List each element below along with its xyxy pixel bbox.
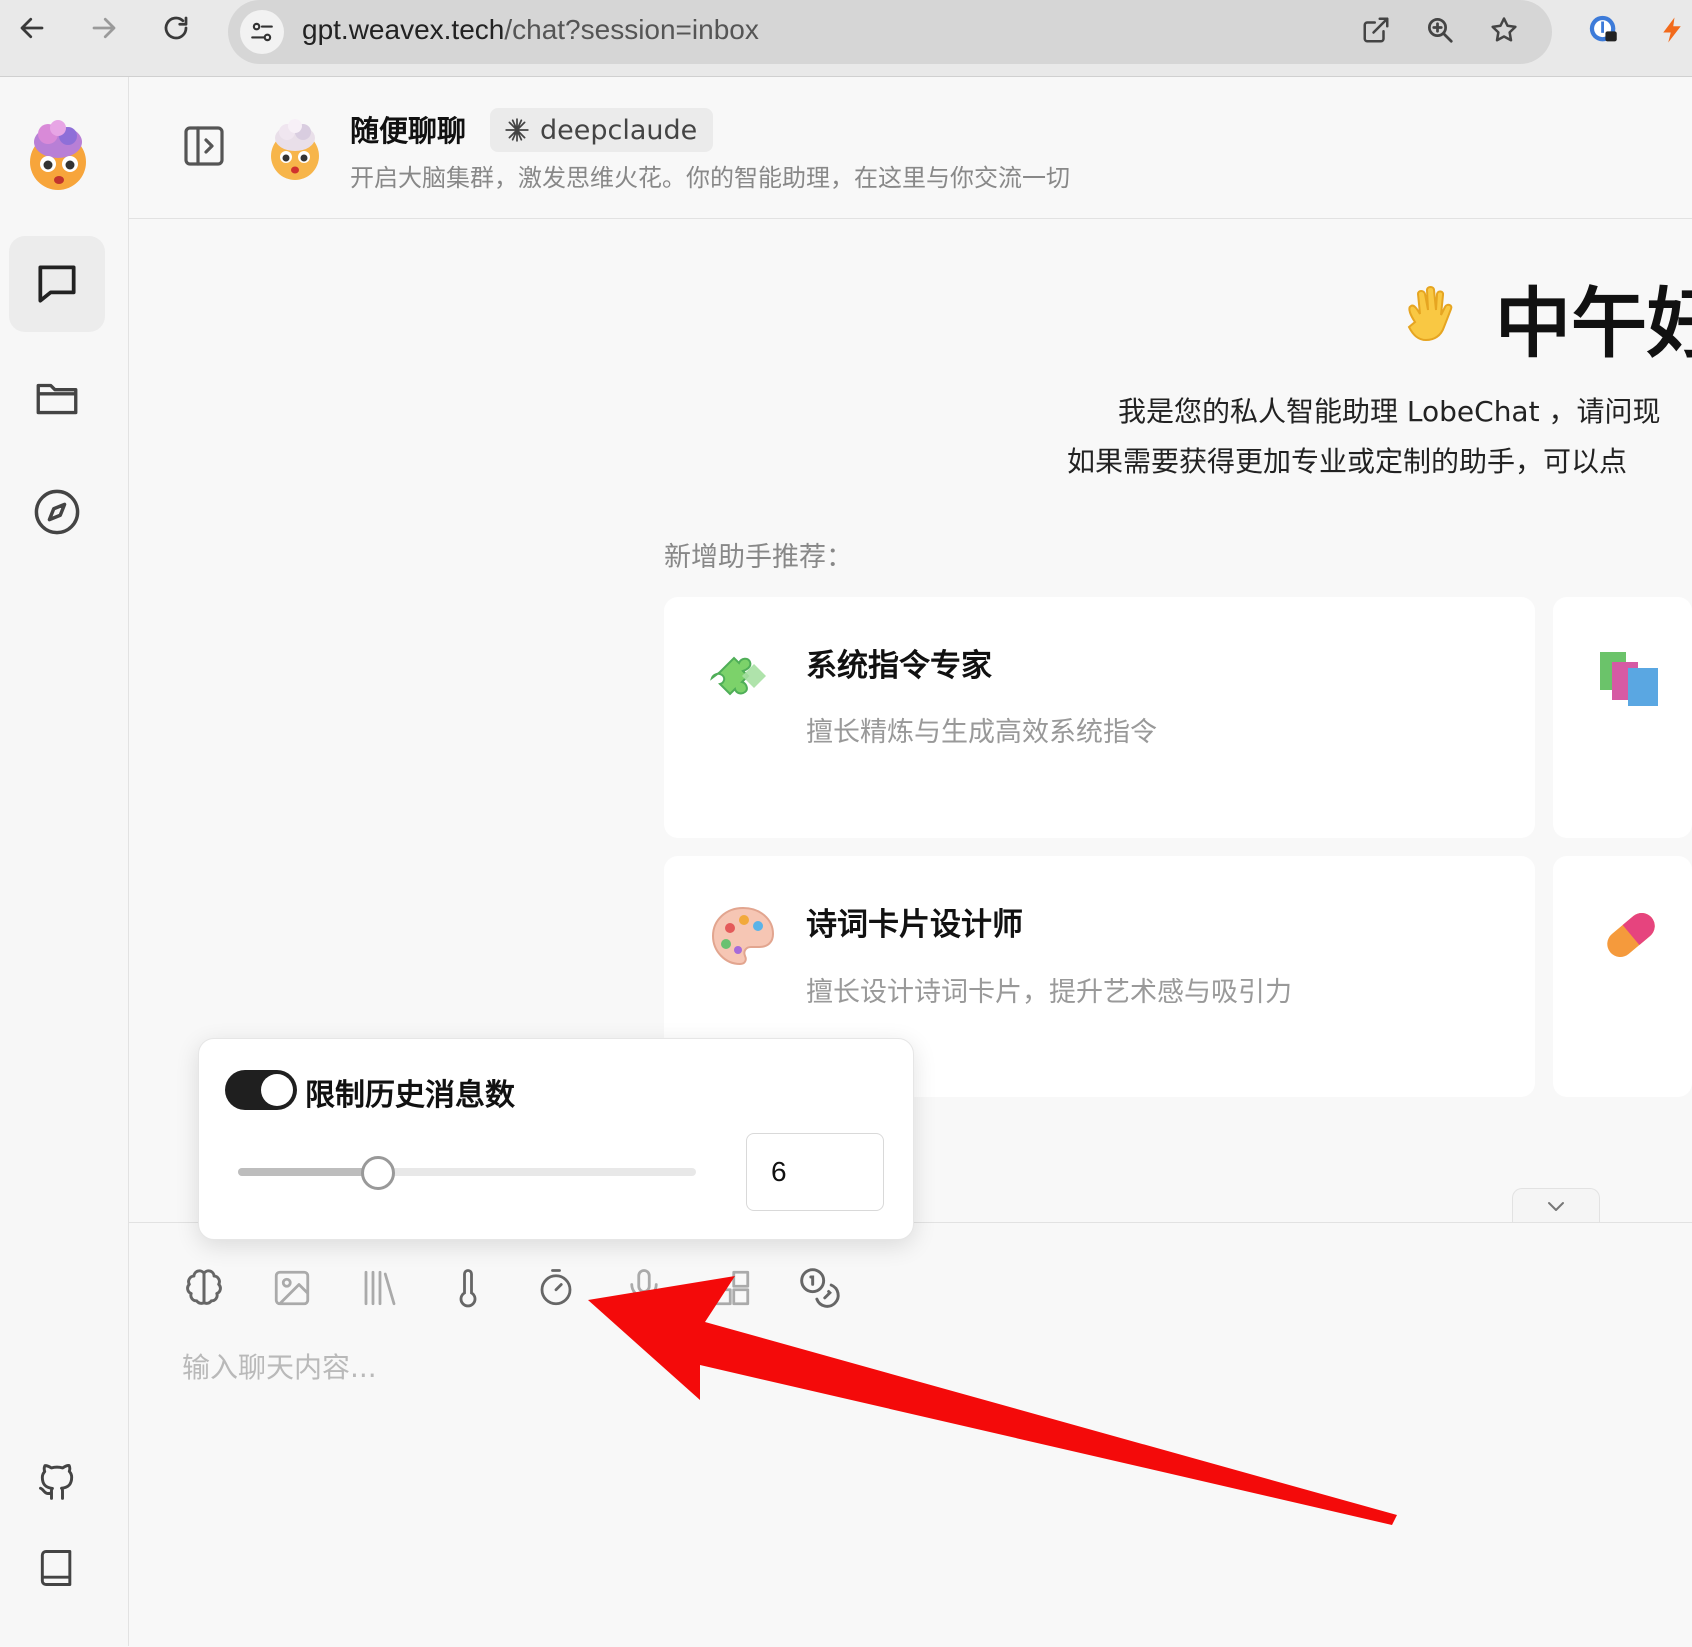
history-limit-number-input[interactable] bbox=[746, 1133, 884, 1211]
agent-title: 随便聊聊 bbox=[350, 114, 467, 148]
history-limit-slider-fill bbox=[238, 1168, 376, 1176]
puzzle-icon bbox=[708, 642, 778, 712]
reload-icon[interactable] bbox=[154, 6, 198, 50]
bolt-extension-icon[interactable] bbox=[1650, 8, 1692, 52]
assistant-card-partial[interactable] bbox=[1553, 597, 1692, 838]
forward-arrow-icon[interactable] bbox=[82, 6, 126, 50]
scroll-to-bottom-button[interactable] bbox=[1512, 1188, 1600, 1223]
toggle-sidebar-icon[interactable] bbox=[176, 118, 232, 174]
welcome-intro-line-2: 如果需要获得更加专业或定制的助手，可以点 bbox=[1067, 445, 1628, 478]
waving-hand-icon bbox=[1397, 282, 1467, 352]
chat-message-input[interactable] bbox=[180, 1350, 1184, 1385]
model-brain-icon[interactable] bbox=[176, 1260, 232, 1316]
card-description: 擅长设计诗词卡片，提升艺术感与吸引力 bbox=[806, 977, 1292, 1008]
model-tag[interactable]: deepclaude bbox=[490, 108, 714, 152]
books-icon bbox=[1598, 648, 1664, 708]
image-upload-icon[interactable] bbox=[264, 1260, 320, 1316]
agent-description: 开启大脑集群，激发思维火花。你的智能助理，在这里与你交流一切 bbox=[350, 164, 1070, 192]
toggle-knob bbox=[261, 1074, 293, 1106]
assistant-card-partial[interactable] bbox=[1553, 856, 1692, 1097]
model-tag-label: deepclaude bbox=[540, 114, 698, 146]
plugins-blocks-icon[interactable] bbox=[704, 1260, 760, 1316]
github-icon[interactable] bbox=[9, 1432, 105, 1528]
bookmark-star-icon[interactable] bbox=[1482, 8, 1526, 52]
open-in-new-icon[interactable] bbox=[1354, 8, 1398, 52]
palette-icon bbox=[708, 902, 778, 972]
discover-compass-icon[interactable] bbox=[9, 464, 105, 560]
url-host: gpt.weavex.tech bbox=[302, 14, 505, 45]
zoom-icon[interactable] bbox=[1418, 8, 1462, 52]
claude-spark-icon bbox=[504, 117, 530, 143]
docs-book-icon[interactable] bbox=[9, 1520, 105, 1616]
greeting-text: 中午好 bbox=[1495, 279, 1692, 368]
url-path: /chat?session=inbox bbox=[504, 14, 759, 45]
card-title: 系统指令专家 bbox=[806, 648, 992, 684]
chat-nav-icon[interactable] bbox=[9, 236, 105, 332]
history-limit-toggle[interactable] bbox=[225, 1070, 297, 1110]
history-limit-timer-icon[interactable] bbox=[528, 1260, 584, 1316]
back-arrow-icon[interactable] bbox=[10, 6, 54, 50]
knowledge-library-icon[interactable] bbox=[352, 1260, 408, 1316]
voice-microphone-icon[interactable] bbox=[616, 1260, 672, 1316]
token-usage-coins-icon[interactable] bbox=[792, 1260, 848, 1316]
chevron-down-icon bbox=[1544, 1194, 1568, 1218]
password-manager-extension-icon[interactable] bbox=[1582, 8, 1626, 52]
history-limit-label: 限制历史消息数 bbox=[305, 1078, 515, 1113]
pill-icon bbox=[1596, 900, 1666, 970]
user-avatar[interactable] bbox=[18, 112, 98, 192]
site-settings-icon[interactable] bbox=[240, 10, 284, 54]
url-text[interactable]: gpt.weavex.tech/chat?session=inbox bbox=[302, 14, 759, 46]
card-description: 擅长精炼与生成高效系统指令 bbox=[806, 717, 1157, 748]
recommend-section-title: 新增助手推荐： bbox=[664, 542, 853, 573]
card-title: 诗词卡片设计师 bbox=[806, 907, 1023, 943]
temperature-icon[interactable] bbox=[440, 1260, 496, 1316]
agent-avatar[interactable] bbox=[262, 112, 328, 182]
files-folder-icon[interactable] bbox=[9, 350, 105, 446]
welcome-intro-line-1: 我是您的私人智能助理 LobeChat ，请问现 bbox=[1118, 395, 1661, 428]
welcome-greeting: 中午好 bbox=[1397, 262, 1692, 372]
